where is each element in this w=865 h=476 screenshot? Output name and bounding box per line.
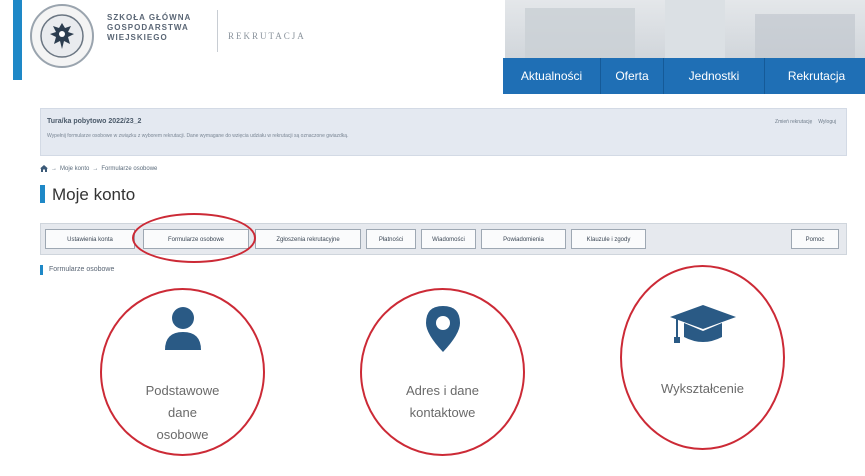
card-label-line: dane <box>168 405 197 420</box>
card-label-line: Podstawowe <box>145 383 220 398</box>
card-label-line: Wykształcenie <box>661 381 744 396</box>
home-icon[interactable] <box>40 165 48 172</box>
university-name-line: SZKOŁA GŁÓWNA <box>107 13 192 22</box>
university-name-line: GOSPODARSTWA <box>107 23 189 32</box>
title-accent-bar <box>40 185 45 203</box>
page-title: Moje konto <box>52 185 136 204</box>
card-label-line: osobowe <box>156 427 209 442</box>
card-label-line: Adres i dane <box>406 383 479 398</box>
user-icon <box>165 307 201 350</box>
account-tabs: Ustawienia konta Formularze osobowe Zgło… <box>40 223 847 255</box>
location-pin-icon <box>426 306 460 352</box>
card-education[interactable]: Wykształcenie <box>620 265 785 450</box>
logout-link[interactable]: Wyloguj <box>818 119 836 125</box>
brand-separator <box>217 10 218 52</box>
card-label: Wykształcenie <box>620 378 785 400</box>
change-recruitment-link[interactable]: Zmień rekrutację <box>775 119 812 125</box>
tab-formularze-osobowe[interactable]: Formularze osobowe <box>143 229 249 249</box>
card-basic-personal-data[interactable]: Podstawowe dane osobowe <box>100 288 265 456</box>
card-label: Adres i dane kontaktowe <box>360 380 525 424</box>
section-title: Formularze osobowe <box>49 266 115 273</box>
tab-zgloszenia-rekrutacyjne[interactable]: Zgłoszenia rekrutacyjne <box>255 229 361 249</box>
tab-wiadomosci[interactable]: Wiadomości <box>421 229 476 249</box>
graduation-cap-icon <box>670 305 736 343</box>
breadcrumb-item-moje-konto[interactable]: Moje konto <box>60 166 89 172</box>
info-title: Tura/ka pobytowo 2022/23_2 <box>47 118 142 125</box>
breadcrumb-item-formularze: Formularze osobowe <box>101 165 158 172</box>
university-name: SZKOŁA GŁÓWNA GOSPODARSTWA WIEJSKIEGO <box>107 13 217 43</box>
nav-item-rekrutacja[interactable]: Rekrutacja <box>765 58 865 94</box>
brand-accent-bar <box>13 0 22 80</box>
card-address-contact[interactable]: Adres i dane kontaktowe <box>360 288 525 456</box>
card-label: Podstawowe dane osobowe <box>100 380 265 446</box>
university-logo[interactable] <box>30 4 94 68</box>
breadcrumb: → Moje konto → Formularze osobowe <box>40 165 157 172</box>
main-nav: Aktualności Oferta Jednostki Rekrutacja <box>503 58 865 94</box>
tab-platnosci[interactable]: Płatności <box>366 229 416 249</box>
tab-powiadomienia[interactable]: Powiadomienia <box>481 229 566 249</box>
breadcrumb-separator: → <box>51 165 57 172</box>
recruitment-info-box: Tura/ka pobytowo 2022/23_2 Wypełnij form… <box>40 108 847 156</box>
section-label: REKRUTACJA <box>228 31 306 41</box>
section-accent-bar <box>40 265 43 275</box>
header-photo <box>505 0 865 58</box>
tab-klauzule-i-zgody[interactable]: Klauzule i zgody <box>571 229 646 249</box>
tab-pomoc[interactable]: Pomoc <box>791 229 839 249</box>
card-highlight-circle <box>620 265 785 450</box>
info-links: Zmień rekrutację Wyloguj <box>775 119 836 125</box>
university-name-line: WIEJSKIEGO <box>107 33 168 42</box>
breadcrumb-separator: → <box>92 165 99 172</box>
card-label-line: kontaktowe <box>409 405 476 420</box>
nav-item-jednostki[interactable]: Jednostki <box>664 58 765 94</box>
nav-item-oferta[interactable]: Oferta <box>601 58 664 94</box>
nav-item-aktualnosci[interactable]: Aktualności <box>503 58 601 94</box>
info-subtitle: Wypełnij formularze osobowe w związku z … <box>47 133 349 139</box>
eagle-emblem-icon <box>40 14 84 58</box>
tab-ustawienia-konta[interactable]: Ustawienia konta <box>45 229 135 249</box>
